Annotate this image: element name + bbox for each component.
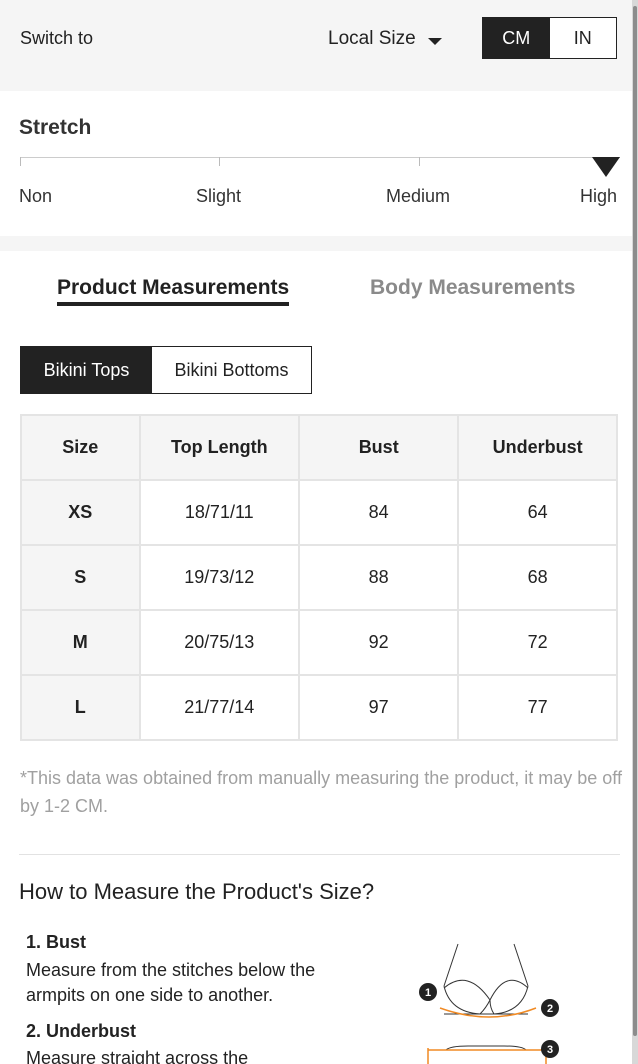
header-top-length: Top Length bbox=[138, 414, 301, 481]
bikini-tops-button[interactable]: Bikini Tops bbox=[21, 347, 152, 393]
unit-toggle: CM IN bbox=[482, 17, 617, 59]
stretch-scale-line bbox=[20, 157, 620, 158]
local-size-dropdown[interactable]: Local Size bbox=[328, 28, 442, 50]
step-underbust-title: 2. Underbust bbox=[26, 1021, 137, 1041]
top-length-cell: 18/71/11 bbox=[138, 479, 301, 546]
tab-product-measurements[interactable]: Product Measurements bbox=[57, 276, 290, 306]
underbust-cell: 77 bbox=[457, 674, 618, 741]
table-row: XS 18/71/11 84 64 bbox=[20, 479, 618, 546]
size-cell: XS bbox=[20, 479, 141, 546]
stretch-level-non: Non bbox=[19, 186, 53, 206]
stretch-level-high: High bbox=[580, 186, 618, 206]
underbust-cell: 72 bbox=[457, 609, 618, 676]
category-toggle: Bikini Tops Bikini Bottoms bbox=[20, 346, 312, 394]
local-size-label: Local Size bbox=[328, 28, 416, 49]
stretch-tick bbox=[219, 157, 220, 166]
header-size: Size bbox=[20, 414, 141, 481]
caret-down-icon bbox=[427, 37, 442, 45]
marker-3-label: 3 bbox=[547, 1044, 553, 1056]
step-bust-desc: Measure from the stitches below the armp… bbox=[26, 960, 316, 1005]
unit-in-button[interactable]: IN bbox=[549, 18, 616, 58]
stretch-tick bbox=[419, 157, 420, 166]
section-divider-band bbox=[0, 236, 638, 251]
step-bust-title: 1. Bust bbox=[26, 932, 87, 952]
top-length-cell: 20/75/13 bbox=[138, 609, 301, 676]
table-header-row: Size Top Length Bust Underbust bbox=[20, 414, 618, 481]
underbust-cell: 64 bbox=[457, 479, 618, 546]
stretch-tick bbox=[20, 157, 21, 166]
stretch-level-medium: Medium bbox=[386, 186, 451, 206]
bust-cell: 97 bbox=[298, 674, 460, 741]
size-table: Size Top Length Bust Underbust XS 18/71/… bbox=[20, 414, 618, 741]
header-underbust: Underbust bbox=[457, 414, 618, 481]
step-underbust-desc: Measure straight across the bbox=[26, 1048, 249, 1064]
table-row: S 19/73/12 88 68 bbox=[20, 544, 618, 611]
bust-cell: 92 bbox=[298, 609, 460, 676]
how-to-measure-title: How to Measure the Product's Size? bbox=[19, 879, 375, 904]
marker-1-label: 1 bbox=[425, 987, 431, 999]
scrollbar[interactable] bbox=[632, 0, 638, 1064]
table-row: L 21/77/14 97 77 bbox=[20, 674, 618, 741]
size-cell: L bbox=[20, 674, 141, 741]
stretch-level-slight: Slight bbox=[196, 186, 242, 206]
size-cell: M bbox=[20, 609, 141, 676]
stretch-marker-icon bbox=[592, 157, 620, 177]
scrollbar-thumb[interactable] bbox=[633, 6, 637, 1036]
bikini-measure-illustration: 1 2 3 bbox=[419, 943, 559, 1064]
unit-cm-button[interactable]: CM bbox=[483, 18, 550, 58]
marker-2-label: 2 bbox=[547, 1003, 553, 1015]
top-length-cell: 19/73/12 bbox=[138, 544, 301, 611]
bust-cell: 88 bbox=[298, 544, 460, 611]
stretch-title: Stretch bbox=[19, 116, 92, 139]
bikini-bottoms-button[interactable]: Bikini Bottoms bbox=[152, 347, 311, 393]
header-bust: Bust bbox=[298, 414, 460, 481]
table-row: M 20/75/13 92 72 bbox=[20, 609, 618, 676]
switch-to-label: Switch to bbox=[20, 28, 94, 48]
tab-body-measurements[interactable]: Body Measurements bbox=[370, 276, 575, 300]
bust-cell: 84 bbox=[298, 479, 460, 546]
divider bbox=[19, 854, 620, 855]
unit-switch-bar: Switch to Local Size CM IN bbox=[0, 0, 638, 91]
measurement-note: *This data was obtained from manually me… bbox=[20, 768, 622, 816]
size-cell: S bbox=[20, 544, 141, 611]
top-length-cell: 21/77/14 bbox=[138, 674, 301, 741]
underbust-cell: 68 bbox=[457, 544, 618, 611]
